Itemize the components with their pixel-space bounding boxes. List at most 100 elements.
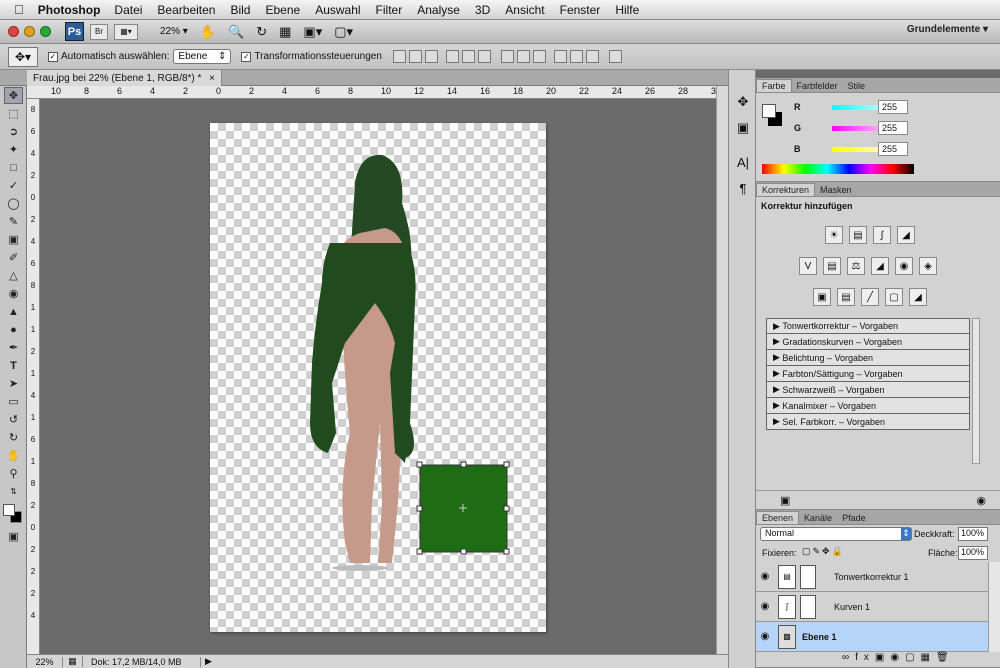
zoom-tool-icon[interactable]: 🔍 xyxy=(228,24,244,40)
zoom-level-select[interactable]: 22% ▾ xyxy=(160,26,188,37)
auto-select-checkbox[interactable]: ✓ xyxy=(48,51,58,62)
preset-schwarzweiss[interactable]: ▶ Schwarzweiß – Vorgaben xyxy=(766,382,970,398)
distribute-top-icon[interactable] xyxy=(500,50,514,63)
green-square-layer[interactable] xyxy=(416,461,510,555)
posterize-icon[interactable]: ▤ xyxy=(837,288,855,306)
layer-row-kurven[interactable]: ◉ ∫ Kurven 1 xyxy=(756,592,988,622)
character-panel-icon[interactable]: A| xyxy=(733,152,753,172)
menu-app-name[interactable]: Photoshop xyxy=(38,3,101,17)
auto-align-icon[interactable] xyxy=(608,50,622,63)
layer-row-ebene-1[interactable]: ◉ ▩ Ebene 1 xyxy=(756,622,988,652)
arrange-documents-icon[interactable]: ▣▾ xyxy=(303,24,322,40)
layer-row-tonwertkorrektur[interactable]: ◉ ▤ Tonwertkorrektur 1 xyxy=(756,562,988,592)
levels-icon[interactable]: ▤ xyxy=(849,226,867,244)
channel-mixer-icon[interactable]: ◈ xyxy=(919,257,937,275)
color-spectrum-bar[interactable] xyxy=(762,164,914,174)
distribute-hcenter-icon[interactable] xyxy=(569,50,583,63)
visibility-eye-icon[interactable]: ◉ xyxy=(756,631,774,642)
hand-tool-icon[interactable]: ✋ xyxy=(200,24,216,40)
path-selection-tool-icon[interactable]: ➤ xyxy=(4,375,23,392)
history-brush-tool-icon[interactable]: ✐ xyxy=(4,249,23,266)
crop-tool-icon[interactable]: □ xyxy=(4,159,23,176)
healing-brush-tool-icon[interactable]: ◯ xyxy=(4,195,23,212)
color-fg-swatch[interactable] xyxy=(762,104,776,118)
tool-presets-icon[interactable]: ✥ xyxy=(733,92,753,112)
zoom-window-button[interactable] xyxy=(40,26,51,37)
paragraph-panel-icon[interactable]: ¶ xyxy=(733,178,753,198)
tab-korrekturen[interactable]: Korrekturen xyxy=(756,183,816,196)
quick-selection-tool-icon[interactable]: ✦ xyxy=(4,141,23,158)
tab-farbe[interactable]: Farbe xyxy=(756,79,792,92)
invert-icon[interactable]: ▣ xyxy=(813,288,831,306)
status-export-icon[interactable]: ▦ xyxy=(63,656,83,667)
lock-icons[interactable]: ▢✎✥🔒 xyxy=(802,546,845,557)
g-value[interactable]: 255 xyxy=(878,121,908,135)
threshold-icon[interactable]: ╱ xyxy=(861,288,879,306)
document-tab[interactable]: Frau.jpg bei 22% (Ebene 1, RGB/8*) * × xyxy=(27,70,222,86)
align-right-icon[interactable] xyxy=(477,50,491,63)
tab-kanaele[interactable]: Kanäle xyxy=(799,511,837,524)
preset-kanalmixer[interactable]: ▶ Kanalmixer – Vorgaben xyxy=(766,398,970,414)
menu-bearbeiten[interactable]: Bearbeiten xyxy=(157,3,215,17)
selective-color-icon[interactable]: ◢ xyxy=(909,288,927,306)
distribute-vcenter-icon[interactable] xyxy=(516,50,530,63)
canvas-vertical-scrollbar[interactable] xyxy=(716,86,728,654)
clone-stamp-tool-icon[interactable]: ▣ xyxy=(4,231,23,248)
grid-icon[interactable]: ▦ xyxy=(279,24,291,40)
status-zoom[interactable]: 22% xyxy=(27,656,63,667)
workspace-switcher[interactable]: Grundelemente ▾ xyxy=(907,24,988,35)
align-top-icon[interactable] xyxy=(392,50,406,63)
preset-gradationskurven[interactable]: ▶ Gradationskurven – Vorgaben xyxy=(766,334,970,350)
clip-layer-icon[interactable]: ▣ xyxy=(780,494,790,507)
layers-footer-buttons[interactable]: ∞fx▣◉▢▦🗑 xyxy=(842,652,955,663)
close-tab-icon[interactable]: × xyxy=(209,73,215,84)
align-hcenter-icon[interactable] xyxy=(461,50,475,63)
tool-preset-picker[interactable]: ✥▾ xyxy=(8,46,38,67)
lasso-tool-icon[interactable]: ➲ xyxy=(4,123,23,140)
hue-saturation-icon[interactable]: ▤ xyxy=(823,257,841,275)
tab-farbfelder[interactable]: Farbfelder xyxy=(792,79,843,92)
extras-dropdown[interactable]: ▦▾ xyxy=(114,23,138,40)
auto-select-dropdown[interactable]: Ebene ⇕ xyxy=(173,49,232,64)
menu-3d[interactable]: 3D xyxy=(475,3,490,17)
tab-stile[interactable]: Stile xyxy=(843,79,871,92)
swap-colors-icon[interactable]: ⇅ xyxy=(4,483,23,500)
apple-icon[interactable]:  xyxy=(14,2,24,17)
distribute-left-icon[interactable] xyxy=(553,50,567,63)
menu-datei[interactable]: Datei xyxy=(114,3,142,17)
menu-bild[interactable]: Bild xyxy=(230,3,250,17)
blend-mode-select[interactable]: Normal ⇕ xyxy=(760,527,912,541)
clone-source-icon[interactable]: ▣ xyxy=(733,118,753,138)
curves-icon[interactable]: ∫ xyxy=(873,226,891,244)
tab-pfade[interactable]: Pfade xyxy=(837,511,871,524)
status-menu-arrow-icon[interactable]: ▶ xyxy=(201,656,212,667)
visibility-eye-icon[interactable]: ◉ xyxy=(756,571,774,582)
color-balance-icon[interactable]: ⚖ xyxy=(847,257,865,275)
fill-input[interactable]: 100% xyxy=(958,546,988,560)
eraser-tool-icon[interactable]: △ xyxy=(4,267,23,284)
panel-options-icon[interactable]: ◉ xyxy=(976,494,986,507)
opacity-input[interactable]: 100% xyxy=(958,527,988,541)
b-value[interactable]: 255 xyxy=(878,142,908,156)
photo-filter-icon[interactable]: ◉ xyxy=(895,257,913,275)
distribute-bottom-icon[interactable] xyxy=(532,50,546,63)
eyedropper-tool-icon[interactable]: ✓ xyxy=(4,177,23,194)
black-white-icon[interactable]: ◢ xyxy=(871,257,889,275)
menu-analyse[interactable]: Analyse xyxy=(417,3,460,17)
shape-tool-icon[interactable]: ▭ xyxy=(4,393,23,410)
bridge-button[interactable]: Br xyxy=(90,23,108,40)
menu-filter[interactable]: Filter xyxy=(376,3,403,17)
align-vcenter-icon[interactable] xyxy=(408,50,422,63)
move-tool-icon[interactable]: ✥ xyxy=(4,87,23,104)
type-tool-icon[interactable]: T xyxy=(4,357,23,374)
marquee-tool-icon[interactable]: ⬚ xyxy=(4,105,23,122)
3d-rotate-tool-icon[interactable]: ↺ xyxy=(4,411,23,428)
blur-tool-icon[interactable]: ▲ xyxy=(4,303,23,320)
menu-hilfe[interactable]: Hilfe xyxy=(615,3,639,17)
gradient-map-icon[interactable]: ▢ xyxy=(885,288,903,306)
menu-auswahl[interactable]: Auswahl xyxy=(315,3,360,17)
menu-ansicht[interactable]: Ansicht xyxy=(505,3,544,17)
menu-ebene[interactable]: Ebene xyxy=(265,3,300,17)
preset-tonwertkorrektur[interactable]: ▶ Tonwertkorrektur – Vorgaben xyxy=(766,318,970,334)
tab-masken[interactable]: Masken xyxy=(815,183,857,196)
